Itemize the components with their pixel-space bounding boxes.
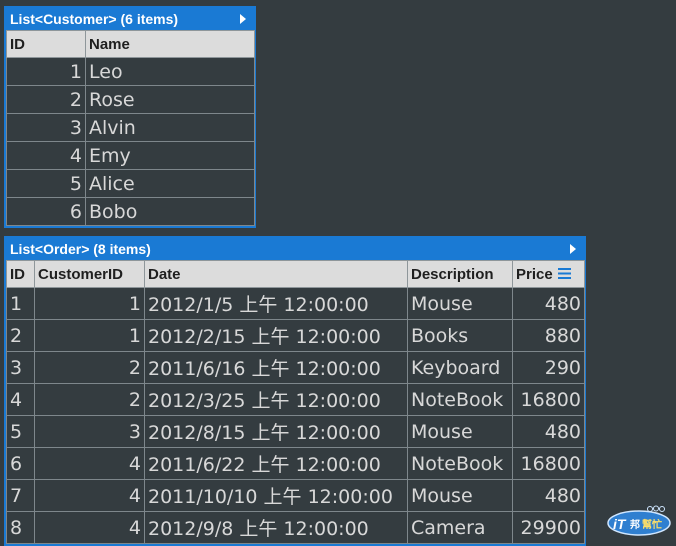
cell-id: 3	[6, 113, 86, 142]
table-row: 8 4 2012/9/8 上午 12:00:00 Camera 29900	[6, 511, 585, 544]
svg-text:iT: iT	[613, 516, 627, 532]
cell-price: 16800	[512, 383, 585, 416]
table-row: 1 1 2012/1/5 上午 12:00:00 Mouse 480	[6, 287, 585, 320]
column-header-price[interactable]: Price	[512, 260, 585, 288]
expand-arrow-icon[interactable]	[570, 244, 576, 254]
cell-name: Leo	[85, 57, 255, 86]
cell-customerid: 3	[34, 415, 145, 448]
table-row: 4 2 2012/3/25 上午 12:00:00 NoteBook 16800	[6, 383, 585, 416]
table-row: 2 1 2012/2/15 上午 12:00:00 Books 880	[6, 319, 585, 352]
table-row: 6 Bobo	[6, 197, 255, 226]
cell-description: NoteBook	[407, 383, 513, 416]
table-row: 1 Leo	[6, 57, 255, 86]
cell-price: 290	[512, 351, 585, 384]
cell-customerid: 1	[34, 319, 145, 352]
table-row: 5 Alice	[6, 169, 255, 198]
cell-id: 1	[6, 57, 86, 86]
cell-id: 2	[6, 319, 35, 352]
cell-id: 6	[6, 447, 35, 480]
cell-description: Books	[407, 319, 513, 352]
table-row: 5 3 2012/8/15 上午 12:00:00 Mouse 480	[6, 415, 585, 448]
cell-id: 2	[6, 85, 86, 114]
column-header-description[interactable]: Description	[407, 260, 513, 288]
cell-price: 480	[512, 415, 585, 448]
cell-date: 2012/1/5 上午 12:00:00	[144, 287, 408, 320]
cell-description: Mouse	[407, 415, 513, 448]
cell-name: Alice	[85, 169, 255, 198]
cell-price: 29900	[512, 511, 585, 544]
column-header-price-label: Price	[516, 265, 553, 283]
order-panel-title: List<Order> (8 items)	[10, 241, 151, 257]
cell-price: 16800	[512, 447, 585, 480]
customer-panel: List<Customer> (6 items) ID Name 1 Leo 2…	[4, 6, 256, 228]
customer-panel-title: List<Customer> (6 items)	[10, 11, 179, 27]
cell-name: Rose	[85, 85, 255, 114]
svg-text:幫忙: 幫忙	[642, 518, 662, 531]
table-row: 4 Emy	[6, 141, 255, 170]
column-header-name[interactable]: Name	[85, 30, 255, 58]
cell-name: Alvin	[85, 113, 255, 142]
table-row: 7 4 2011/10/10 上午 12:00:00 Mouse 480	[6, 479, 585, 512]
cell-id: 8	[6, 511, 35, 544]
cell-description: Camera	[407, 511, 513, 544]
expand-arrow-icon[interactable]	[240, 14, 246, 24]
table-row: 2 Rose	[6, 85, 255, 114]
table-row: 3 Alvin	[6, 113, 255, 142]
cell-id: 3	[6, 351, 35, 384]
order-table: ID CustomerID Date Description Price 1 1…	[6, 260, 585, 544]
table-row: 6 4 2011/6/22 上午 12:00:00 NoteBook 16800	[6, 447, 585, 480]
cell-date: 2011/6/16 上午 12:00:00	[144, 351, 408, 384]
cell-date: 2012/3/25 上午 12:00:00	[144, 383, 408, 416]
cell-name: Bobo	[85, 197, 255, 226]
svg-text:邦: 邦	[630, 518, 640, 531]
cell-description: Keyboard	[407, 351, 513, 384]
column-header-id[interactable]: ID	[6, 30, 86, 58]
column-header-id[interactable]: ID	[6, 260, 35, 288]
cell-name: Emy	[85, 141, 255, 170]
order-panel-header[interactable]: List<Order> (8 items)	[6, 238, 584, 260]
cell-price: 880	[512, 319, 585, 352]
cell-id: 4	[6, 141, 86, 170]
cell-id: 4	[6, 383, 35, 416]
column-header-date[interactable]: Date	[144, 260, 408, 288]
table-row: 3 2 2011/6/16 上午 12:00:00 Keyboard 290	[6, 351, 585, 384]
cell-date: 2012/8/15 上午 12:00:00	[144, 415, 408, 448]
cell-date: 2011/6/22 上午 12:00:00	[144, 447, 408, 480]
cell-price: 480	[512, 287, 585, 320]
cell-date: 2011/10/10 上午 12:00:00	[144, 479, 408, 512]
customer-panel-header[interactable]: List<Customer> (6 items)	[6, 8, 254, 30]
column-menu-icon[interactable]	[557, 267, 571, 279]
cell-id: 6	[6, 197, 86, 226]
cell-customerid: 2	[34, 351, 145, 384]
cell-customerid: 4	[34, 479, 145, 512]
cell-customerid: 2	[34, 383, 145, 416]
cell-price: 480	[512, 479, 585, 512]
ithome-logo: iT 邦 幫忙	[607, 505, 671, 536]
cell-description: NoteBook	[407, 447, 513, 480]
cell-customerid: 1	[34, 287, 145, 320]
cell-description: Mouse	[407, 287, 513, 320]
cell-id: 7	[6, 479, 35, 512]
cell-id: 1	[6, 287, 35, 320]
cell-customerid: 4	[34, 511, 145, 544]
column-header-customerid[interactable]: CustomerID	[34, 260, 145, 288]
cell-id: 5	[6, 415, 35, 448]
cell-date: 2012/9/8 上午 12:00:00	[144, 511, 408, 544]
cell-description: Mouse	[407, 479, 513, 512]
cell-id: 5	[6, 169, 86, 198]
cell-date: 2012/2/15 上午 12:00:00	[144, 319, 408, 352]
customer-table: ID Name 1 Leo 2 Rose 3 Alvin 4 Emy 5 Ali…	[6, 30, 255, 226]
cell-customerid: 4	[34, 447, 145, 480]
order-panel: List<Order> (8 items) ID CustomerID Date…	[4, 236, 586, 546]
